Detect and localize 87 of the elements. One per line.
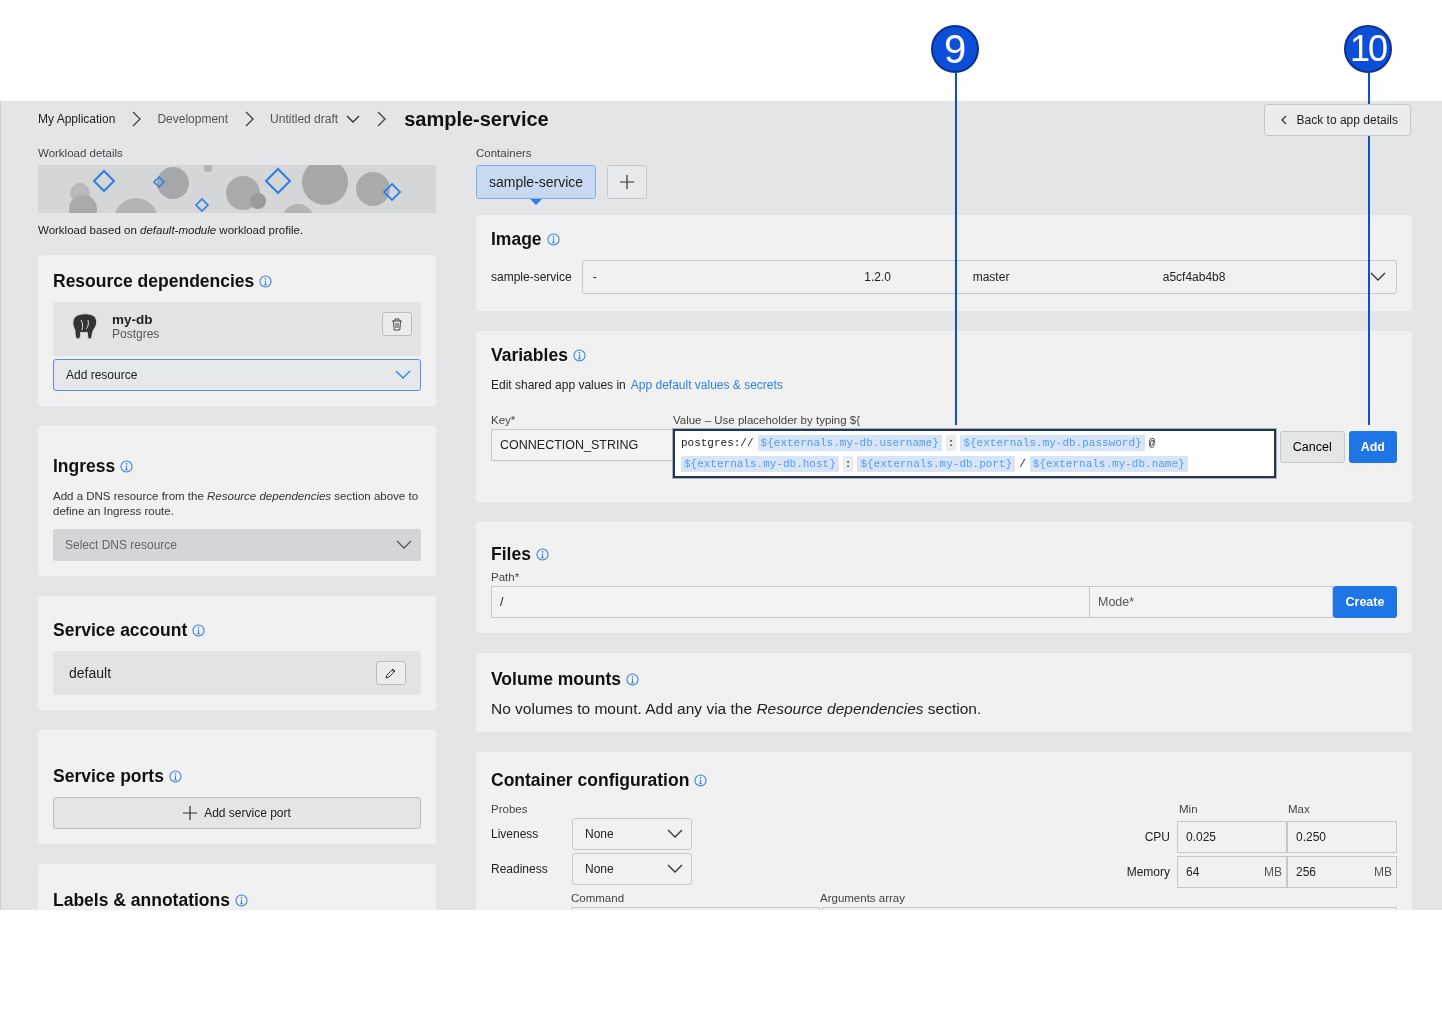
section-title: Variables [491,345,568,366]
page-title: sample-service [404,107,549,131]
section-title: Container configuration [491,770,690,791]
create-button[interactable]: Create [1333,586,1397,618]
probes-label: Probes [491,803,529,815]
image-select[interactable]: - 1.2.0 master a5cf4ab4b8 [581,260,1397,294]
add-service-port-button[interactable]: Add service port [53,797,421,829]
chevron-down-icon [667,864,683,874]
chevron-right-icon [244,111,255,127]
cancel-button[interactable]: Cancel [1279,431,1345,463]
image-name: sample-service [491,270,572,284]
elephant-icon [70,312,100,342]
probe-select[interactable]: None [572,818,692,850]
section-title: Service ports [53,766,164,787]
callout-badge: 9 [931,25,979,73]
resource-label: CPU [1144,830,1170,844]
section-title: Labels & annotations [53,890,230,910]
chevron-down-icon [395,370,411,380]
chevron-right-icon [131,111,142,127]
section-title: Resource dependencies [53,271,255,292]
dns-select[interactable]: Select DNS resource [53,529,421,561]
info-icon[interactable] [572,349,586,362]
max-field[interactable]: 256 MB [1287,856,1397,888]
section-title: Files [491,544,531,565]
max-label: Max [1288,803,1311,815]
command-label: Command [571,892,626,904]
key-field[interactable]: CONNECTION_STRING [491,429,673,461]
value-label: Value – Use placeholder by typing ${ [672,414,862,426]
callout-badge: 10 [1344,25,1392,73]
info-icon[interactable] [168,770,182,783]
add-button[interactable]: Add [1348,431,1397,463]
variables-intro: Edit shared app values in [491,378,626,392]
info-icon[interactable] [234,894,248,907]
add-resource-select[interactable]: Add resource [53,359,421,391]
back-button[interactable]: Back to app details [1263,104,1411,136]
chevron-down-icon [1370,272,1386,282]
info-icon[interactable] [120,460,134,473]
section-title: Volume mounts [491,669,621,690]
breadcrumb-link[interactable]: My Application [38,112,116,126]
workload-description: Workload based on default-module workload profile. [38,224,305,236]
add-button[interactable] [607,165,648,199]
plus-icon [183,806,198,820]
path-label: Path* [491,571,521,583]
info-icon[interactable] [625,673,639,686]
key-label: Key* [491,414,517,426]
chevron-down-icon [346,114,361,124]
section-label: Workload details [38,147,124,161]
edit-button[interactable] [376,661,406,685]
chevron-down-icon [396,540,412,550]
volume-mounts-description: No volumes to mount. Add any via the Resource dependencies section. [491,700,983,718]
chevron-right-icon [376,111,387,127]
path-field[interactable]: / [491,586,1089,618]
container-tab[interactable]: sample-service [476,165,597,199]
mode-field[interactable]: Mode* [1089,586,1333,618]
probe-label: Readiness [491,862,549,876]
section-label: Containers [476,147,533,161]
probe-select[interactable]: None [572,853,692,885]
pencil-icon [385,667,397,679]
tab-indicator [530,199,543,205]
breadcrumb-link[interactable]: Development [157,112,229,126]
section-title: Image [491,229,542,250]
min-field[interactable]: 64 MB [1177,856,1287,888]
info-icon[interactable] [535,548,549,561]
min-label: Min [1179,803,1199,815]
probe-label: Liveness [491,827,540,841]
ingress-description: Add a DNS resource from the Resource dependencies section above to define an Ingress route. [53,489,420,519]
info-icon[interactable] [694,774,708,787]
plus-icon [620,175,635,189]
section-title: Ingress [53,456,116,477]
app-defaults-link[interactable]: App default values & secrets [630,378,783,392]
info-icon[interactable] [546,233,560,246]
arguments-label: Arguments array [820,892,905,904]
service-account-value: default [69,665,112,681]
chevron-left-icon [1280,115,1287,125]
trash-icon [391,317,403,331]
breadcrumb-link[interactable]: Untitled draft [270,112,361,126]
resource-name: my-db [112,312,154,327]
section-title: Service account [53,620,188,641]
resource-type: Postgres [112,327,161,341]
info-icon[interactable] [192,624,206,637]
resource-label: Memory [1126,865,1170,879]
delete-button[interactable] [382,312,412,336]
chevron-down-icon [667,829,683,839]
info-icon[interactable] [259,275,273,288]
value-field[interactable]: postgres:// ${externals.my-db.username} : ${externals.my-db.password} @ ${externals.my-db.host} : ${externals.my-db.port} / ${externals.my-db.name} [672,429,1276,478]
max-field[interactable]: 0.250 [1287,821,1397,853]
min-field[interactable]: 0.025 [1177,821,1287,853]
